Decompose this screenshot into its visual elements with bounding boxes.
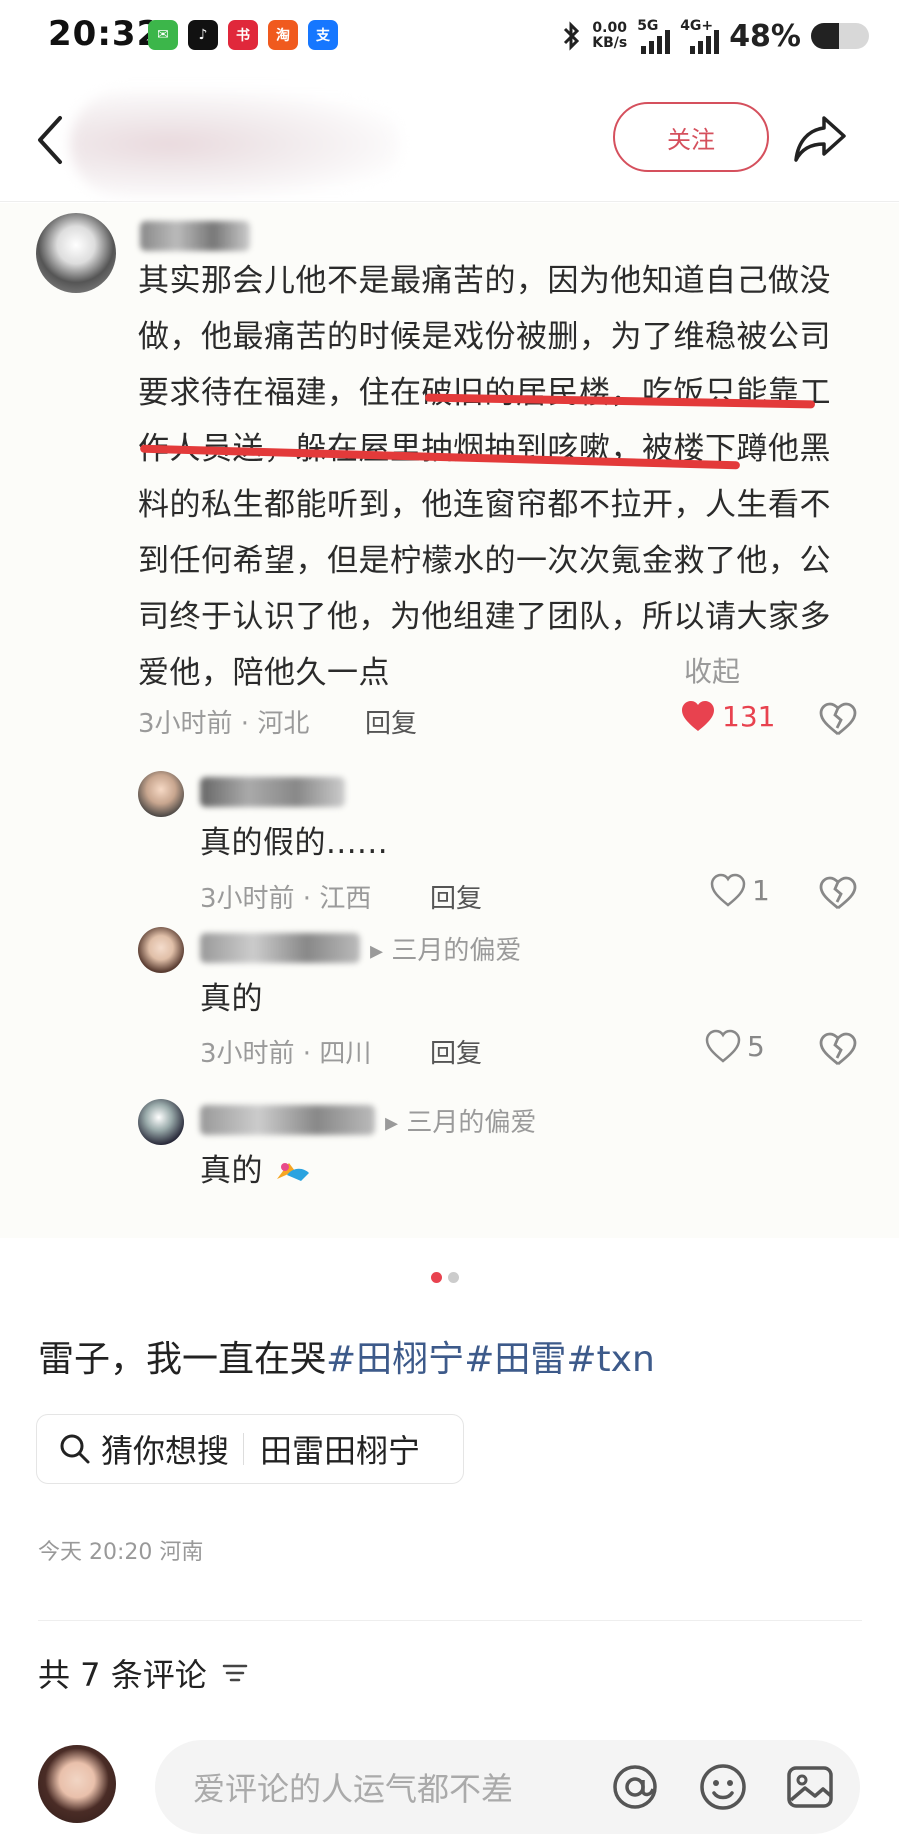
hashtag-link[interactable]: #txn — [566, 1339, 654, 1380]
emoji-icon[interactable] — [698, 1762, 748, 1812]
reply2-name-blurred — [200, 933, 360, 963]
reply3-name-blurred — [200, 1105, 375, 1135]
main-like-button[interactable]: 131 — [680, 699, 775, 733]
battery-icon — [811, 23, 869, 49]
broken-heart-icon[interactable] — [818, 701, 858, 737]
reply1-like-button[interactable]: 1 — [710, 873, 770, 907]
comment-count: 共 7 条评论 — [38, 1656, 207, 1694]
reply2-reply-button[interactable]: 回复 — [430, 1033, 482, 1070]
reply2-reply-to: ▸ 三月的偏爱 — [370, 936, 522, 966]
share-icon[interactable] — [790, 110, 850, 166]
image-icon[interactable] — [785, 1762, 835, 1812]
reply3-avatar — [138, 1099, 184, 1145]
suggest-query: 田雷田栩宁 — [260, 1432, 421, 1470]
divider — [38, 1620, 862, 1621]
reply2-like-count: 5 — [747, 1029, 765, 1063]
comment-screenshot[interactable]: 其实那会儿他不是最痛苦的，因为他知道自己做没做，他最痛苦的时候是戏份被删，为了维… — [0, 203, 899, 1238]
reply1-time: 3小时前 · 江西 — [200, 884, 372, 914]
tiktok-icon: ♪ — [188, 20, 218, 50]
hashtag-link[interactable]: #田雷 — [464, 1339, 566, 1380]
nav-bar: 关注 — [0, 72, 899, 202]
main-comment-time: 3小时前 · 河北 — [138, 709, 310, 739]
reply1-name-blurred — [200, 777, 345, 807]
xiaohongshu-icon: 书 — [228, 20, 258, 50]
main-reply-button[interactable]: 回复 — [365, 703, 417, 740]
author-avatar-blurred[interactable] — [70, 90, 400, 198]
wave-emoji-icon — [277, 1162, 310, 1181]
heart-filled-icon — [682, 701, 714, 731]
net-speed: 0.00 KB/s — [592, 20, 628, 51]
reply2-like-button[interactable]: 5 — [705, 1029, 765, 1063]
status-bar: 20:32 ✉ ♪ 书 淘 支 0.00 KB/s 5G 4G+ 48% — [0, 0, 899, 72]
reply2-text: 真的 — [200, 981, 263, 1017]
collapse-link[interactable]: 收起 — [680, 650, 741, 690]
reply1-like-count: 1 — [752, 873, 770, 907]
pager-dots — [431, 1272, 459, 1283]
reply1-text: 真的假的...... — [200, 825, 389, 861]
my-avatar[interactable] — [38, 1745, 116, 1823]
reply1-reply-button[interactable]: 回复 — [430, 878, 482, 915]
reply1-avatar — [138, 771, 184, 817]
wechat-icon: ✉ — [148, 20, 178, 50]
search-icon — [60, 1434, 90, 1464]
reply3-reply-to: ▸ 三月的偏爱 — [385, 1108, 537, 1138]
main-like-count: 131 — [722, 699, 776, 733]
comment-input[interactable]: 爱评论的人运气都不差 — [155, 1740, 860, 1834]
hashtag-link[interactable]: #田栩宁 — [326, 1339, 464, 1380]
comments-header: 共 7 条评论 — [38, 1650, 249, 1696]
sort-icon[interactable] — [221, 1661, 249, 1685]
battery-percent: 48% — [729, 18, 801, 54]
broken-heart-icon[interactable] — [818, 1031, 858, 1067]
follow-button[interactable]: 关注 — [613, 102, 769, 172]
search-suggestion[interactable]: 猜你想搜 田雷田栩宁 — [36, 1414, 464, 1484]
reply2-avatar — [138, 927, 184, 973]
status-indicators: 0.00 KB/s 5G 4G+ 48% — [562, 14, 869, 58]
commenter-avatar — [36, 213, 116, 293]
signal-4g: 4G+ — [680, 18, 720, 54]
alipay-icon: 支 — [308, 20, 338, 50]
signal-5g: 5G — [637, 18, 671, 54]
main-comment-text: 其实那会儿他不是最痛苦的，因为他知道自己做没做，他最痛苦的时候是戏份被删，为了维… — [138, 263, 831, 691]
post-text: 雷子，我一直在哭#田栩宁#田雷#txn — [38, 1339, 655, 1380]
bluetooth-icon — [564, 21, 580, 51]
reply3-text: 真的 — [200, 1143, 313, 1199]
post-date-location: 今天 20:20 河南 — [38, 1540, 204, 1565]
at-mention-icon[interactable] — [610, 1762, 660, 1812]
suggest-label: 猜你想搜 — [101, 1432, 230, 1470]
heart-outline-icon — [705, 1029, 741, 1063]
heart-outline-icon — [710, 873, 746, 907]
broken-heart-icon[interactable] — [818, 875, 858, 911]
reply2-time: 3小时前 · 四川 — [200, 1039, 372, 1069]
back-arrow-icon[interactable] — [32, 112, 72, 168]
clock: 20:32 — [48, 14, 162, 54]
commenter-name-blurred — [140, 221, 250, 251]
taobao-icon: 淘 — [268, 20, 298, 50]
